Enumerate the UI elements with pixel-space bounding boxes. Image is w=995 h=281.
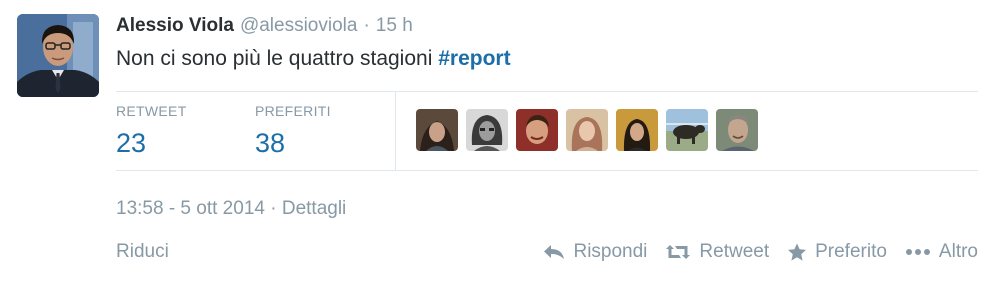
favorites-stat-count: 38 <box>255 128 286 158</box>
author-avatar[interactable] <box>17 14 99 97</box>
tweet-timestamp: 13:58 - 5 ott 2014 · Dettagli <box>116 197 346 221</box>
retweet-stat-count: 23 <box>116 128 147 158</box>
tweet-actions: Rispondi Retweet Preferito Altro <box>525 240 978 264</box>
timestamp-datetime[interactable]: 13:58 - 5 ott 2014 <box>116 198 265 219</box>
retweet-button[interactable]: Retweet <box>665 241 769 263</box>
details-link[interactable]: Dettagli <box>282 198 346 219</box>
stats-divider-top <box>116 91 978 92</box>
stats-divider-bottom <box>116 170 978 171</box>
retweet-stat-label: RETWEET <box>116 103 187 119</box>
more-label: Altro <box>938 241 978 262</box>
retweet-icon <box>665 244 691 260</box>
hashtag-link[interactable]: #report <box>438 47 510 70</box>
favoriter-avatar[interactable] <box>516 109 558 151</box>
favoriter-avatar[interactable] <box>566 109 608 151</box>
more-icon <box>905 248 931 256</box>
favorites-stat[interactable]: PREFERITI 38 <box>255 102 331 160</box>
header-separator: · <box>363 15 370 36</box>
favoriter-avatar[interactable] <box>616 109 658 151</box>
favoriter-avatar[interactable] <box>716 109 758 151</box>
tweet-header: Alessio Viola @alessioviola · 15 h <box>116 13 413 39</box>
tweet-time-ago[interactable]: 15 h <box>376 15 413 36</box>
retweet-label: Retweet <box>699 241 770 262</box>
retweet-stat[interactable]: RETWEET 23 <box>116 102 187 160</box>
favoriter-avatar[interactable] <box>466 109 508 151</box>
reply-label: Rispondi <box>573 241 648 262</box>
avatar-image <box>17 14 99 97</box>
favoriter-avatar[interactable] <box>416 109 458 151</box>
timestamp-separator: · <box>270 198 277 219</box>
favoriter-avatar[interactable] <box>666 109 708 151</box>
author-username[interactable]: @alessioviola <box>240 15 358 36</box>
star-icon <box>787 243 807 262</box>
stats-divider-vertical <box>395 91 396 171</box>
tweet-body: Non ci sono più le quattro stagioni <box>116 47 433 70</box>
tweet-text: Non ci sono più le quattro stagioni #rep… <box>116 44 511 74</box>
reduce-link[interactable]: Riduci <box>116 240 169 264</box>
more-button[interactable]: Altro <box>905 241 978 263</box>
author-fullname[interactable]: Alessio Viola <box>116 15 234 36</box>
reply-icon <box>543 244 565 260</box>
favorites-stat-label: PREFERITI <box>255 103 331 119</box>
reply-button[interactable]: Rispondi <box>543 241 647 263</box>
favorite-button[interactable]: Preferito <box>787 241 887 263</box>
favorite-label: Preferito <box>815 241 887 262</box>
